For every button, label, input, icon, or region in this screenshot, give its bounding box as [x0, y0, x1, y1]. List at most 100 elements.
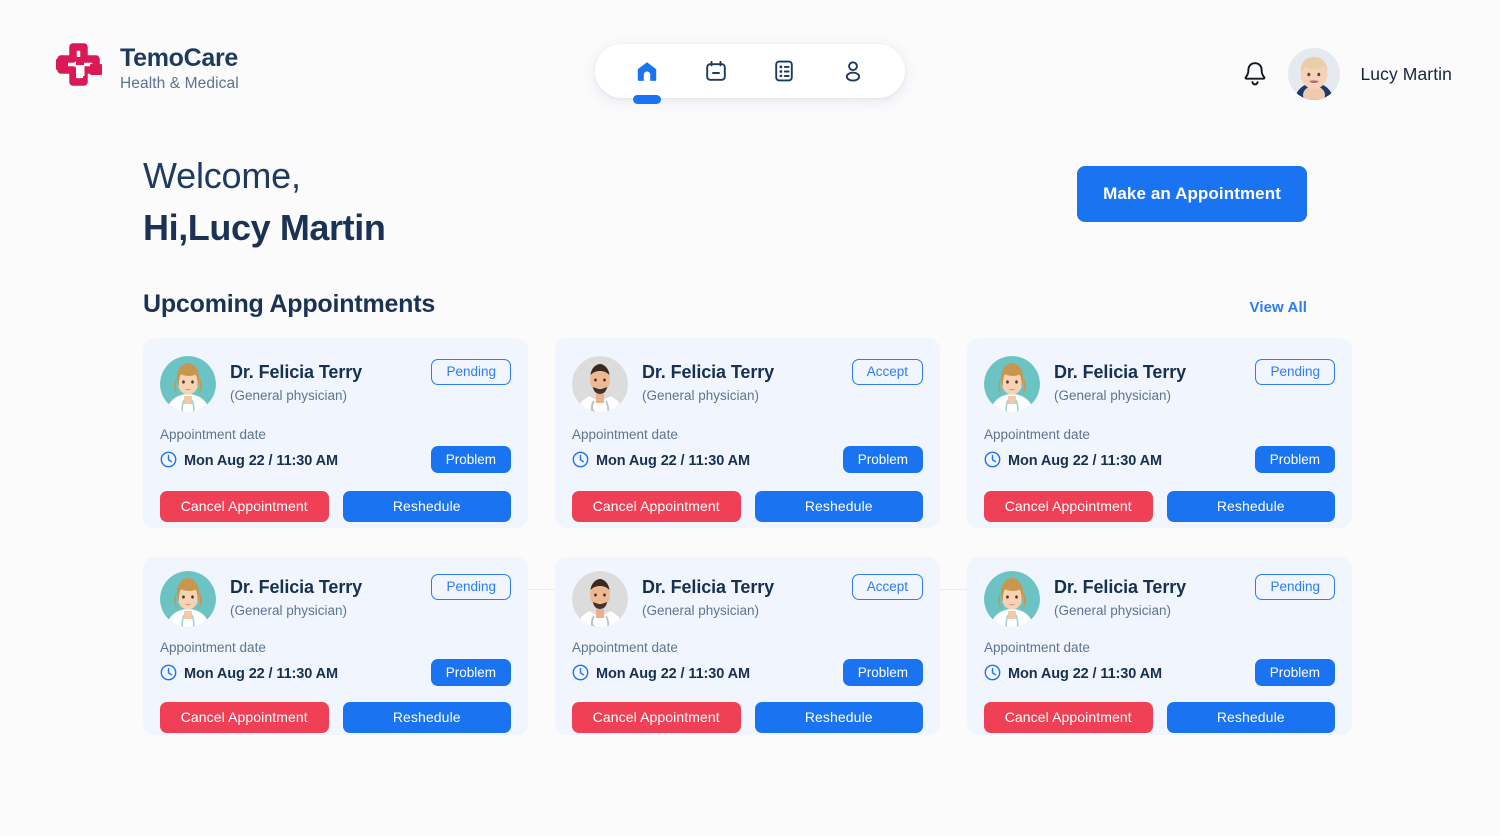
- doctor-name: Dr. Felicia Terry: [230, 362, 363, 382]
- appointment-card[interactable]: Dr. Felicia Terry (General physician) Pe…: [143, 557, 528, 735]
- card-actions: Cancel Appointment Reshedule: [984, 490, 1335, 522]
- card-date-row: Appointment date Mon Aug 22 / 11:30 AM P…: [984, 428, 1335, 473]
- user-area: Lucy Martin: [1240, 48, 1452, 100]
- appointments-grid: Dr. Felicia Terry (General physician) Pe…: [143, 338, 1452, 735]
- welcome-username: Hi,Lucy Martin: [143, 207, 386, 248]
- doctor-avatar-male: [572, 356, 628, 412]
- nav-item-calendar[interactable]: [693, 44, 739, 98]
- date-label: Appointment date: [160, 640, 266, 655]
- doctor-avatar-female: [984, 356, 1040, 412]
- reschedule-button[interactable]: Reshedule: [342, 701, 511, 733]
- brand-tagline: Health & Medical: [120, 75, 239, 93]
- card-actions: Cancel Appointment Reshedule: [984, 701, 1335, 733]
- card-actions: Cancel Appointment Reshedule: [572, 490, 923, 522]
- cancel-appointment-button[interactable]: Cancel Appointment: [572, 701, 741, 733]
- problem-button[interactable]: Problem: [1254, 658, 1335, 686]
- page-title: Upcoming Appointments: [143, 290, 436, 318]
- card-actions: Cancel Appointment Reshedule: [572, 701, 923, 733]
- section-header: Upcoming Appointments View All: [143, 290, 1452, 319]
- cancel-appointment-button[interactable]: Cancel Appointment: [160, 701, 329, 733]
- doctor-avatar-female: [160, 571, 216, 627]
- cancel-appointment-button[interactable]: Cancel Appointment: [984, 490, 1153, 522]
- bell-icon[interactable]: [1240, 58, 1270, 90]
- status-badge[interactable]: Pending: [1255, 359, 1335, 385]
- avatar[interactable]: [1288, 48, 1341, 100]
- doctor-specialty: (General physician): [230, 388, 348, 403]
- card-header: Dr. Felicia Terry (General physician) Ac…: [572, 571, 923, 627]
- doctor-name: Dr. Felicia Terry: [642, 362, 775, 382]
- main-navigation: [595, 44, 905, 98]
- doctor-avatar-female: [160, 356, 216, 412]
- cancel-appointment-button[interactable]: Cancel Appointment: [572, 490, 741, 522]
- clock-icon: [160, 664, 177, 685]
- reschedule-button[interactable]: Reshedule: [754, 490, 923, 522]
- appointment-card[interactable]: Dr. Felicia Terry (General physician) Pe…: [967, 338, 1352, 528]
- home-icon: [635, 59, 659, 83]
- doctor-name: Dr. Felicia Terry: [230, 577, 363, 597]
- reschedule-button[interactable]: Reshedule: [342, 490, 511, 522]
- problem-button[interactable]: Problem: [842, 658, 923, 686]
- nav-item-records[interactable]: [761, 44, 807, 98]
- doctor-avatar-female: [984, 571, 1040, 627]
- cancel-appointment-button[interactable]: Cancel Appointment: [984, 701, 1153, 733]
- nav-item-home[interactable]: [624, 44, 670, 98]
- doctor-specialty: (General physician): [642, 603, 760, 618]
- nav-item-profile[interactable]: [830, 44, 876, 98]
- card-header: Dr. Felicia Terry (General physician) Pe…: [160, 356, 511, 412]
- make-appointment-button[interactable]: Make an Appointment: [1077, 166, 1307, 222]
- brand-logo[interactable]: TemoCare Health & Medical: [52, 42, 239, 94]
- appointment-card[interactable]: Dr. Felicia Terry (General physician) Pe…: [967, 557, 1352, 735]
- doctor-name: Dr. Felicia Terry: [642, 577, 775, 597]
- status-badge[interactable]: Pending: [1255, 574, 1335, 600]
- records-icon: [772, 59, 796, 83]
- card-date-row: Appointment date Mon Aug 22 / 11:30 AM P…: [160, 640, 511, 686]
- date-label: Appointment date: [572, 427, 678, 442]
- card-header: Dr. Felicia Terry (General physician) Ac…: [572, 356, 923, 412]
- welcome-heading: Welcome, Hi,Lucy Martin: [143, 155, 386, 248]
- status-badge[interactable]: Accept: [851, 359, 923, 385]
- doctor-specialty: (General physician): [642, 388, 760, 403]
- reschedule-button[interactable]: Reshedule: [1166, 701, 1335, 733]
- problem-button[interactable]: Problem: [1254, 445, 1335, 473]
- date-value: Mon Aug 22 / 11:30 AM: [184, 665, 338, 682]
- status-badge[interactable]: Accept: [851, 574, 923, 600]
- doctor-name: Dr. Felicia Terry: [1054, 577, 1187, 597]
- date-label: Appointment date: [984, 640, 1090, 655]
- date-value: Mon Aug 22 / 11:30 AM: [1008, 452, 1162, 469]
- clock-icon: [572, 664, 589, 685]
- user-name-label: Lucy Martin: [1360, 63, 1452, 84]
- date-label: Appointment date: [160, 427, 266, 442]
- card-date-row: Appointment date Mon Aug 22 / 11:30 AM P…: [160, 427, 511, 473]
- cancel-appointment-button[interactable]: Cancel Appointment: [160, 490, 329, 522]
- problem-button[interactable]: Problem: [842, 445, 923, 473]
- clock-icon: [984, 451, 1001, 472]
- reschedule-button[interactable]: Reshedule: [754, 701, 923, 733]
- card-header: Dr. Felicia Terry (General physician) Pe…: [160, 571, 511, 627]
- brand-name: TemoCare: [120, 44, 239, 73]
- view-all-link[interactable]: View All: [1250, 299, 1308, 316]
- doctor-specialty: (General physician): [230, 603, 348, 618]
- welcome-row: Welcome, Hi,Lucy Martin Make an Appointm…: [143, 142, 1452, 246]
- clock-icon: [572, 451, 589, 472]
- welcome-greeting: Welcome,: [143, 155, 301, 196]
- date-value: Mon Aug 22 / 11:30 AM: [1008, 665, 1162, 682]
- date-value: Mon Aug 22 / 11:30 AM: [596, 665, 750, 682]
- card-header: Dr. Felicia Terry (General physician) Pe…: [984, 571, 1335, 627]
- card-date-row: Appointment date Mon Aug 22 / 11:30 AM P…: [572, 427, 923, 473]
- status-badge[interactable]: Pending: [431, 574, 511, 600]
- card-actions: Cancel Appointment Reshedule: [160, 701, 511, 733]
- appointment-card[interactable]: Dr. Felicia Terry (General physician) Ac…: [555, 338, 940, 528]
- card-date-row: Appointment date Mon Aug 22 / 11:30 AM P…: [984, 640, 1335, 686]
- status-badge[interactable]: Pending: [431, 359, 511, 385]
- problem-button[interactable]: Problem: [430, 445, 511, 473]
- problem-button[interactable]: Problem: [430, 658, 511, 686]
- appointment-card[interactable]: Dr. Felicia Terry (General physician) Ac…: [555, 557, 940, 735]
- doctor-avatar-male: [572, 571, 628, 627]
- clock-icon: [984, 664, 1001, 685]
- doctor-specialty: (General physician): [1054, 388, 1172, 403]
- appointment-card[interactable]: Dr. Felicia Terry (General physician) Pe…: [143, 338, 528, 528]
- reschedule-button[interactable]: Reshedule: [1166, 490, 1335, 522]
- clock-icon: [160, 451, 177, 472]
- date-label: Appointment date: [572, 640, 678, 655]
- doctor-name: Dr. Felicia Terry: [1054, 362, 1187, 382]
